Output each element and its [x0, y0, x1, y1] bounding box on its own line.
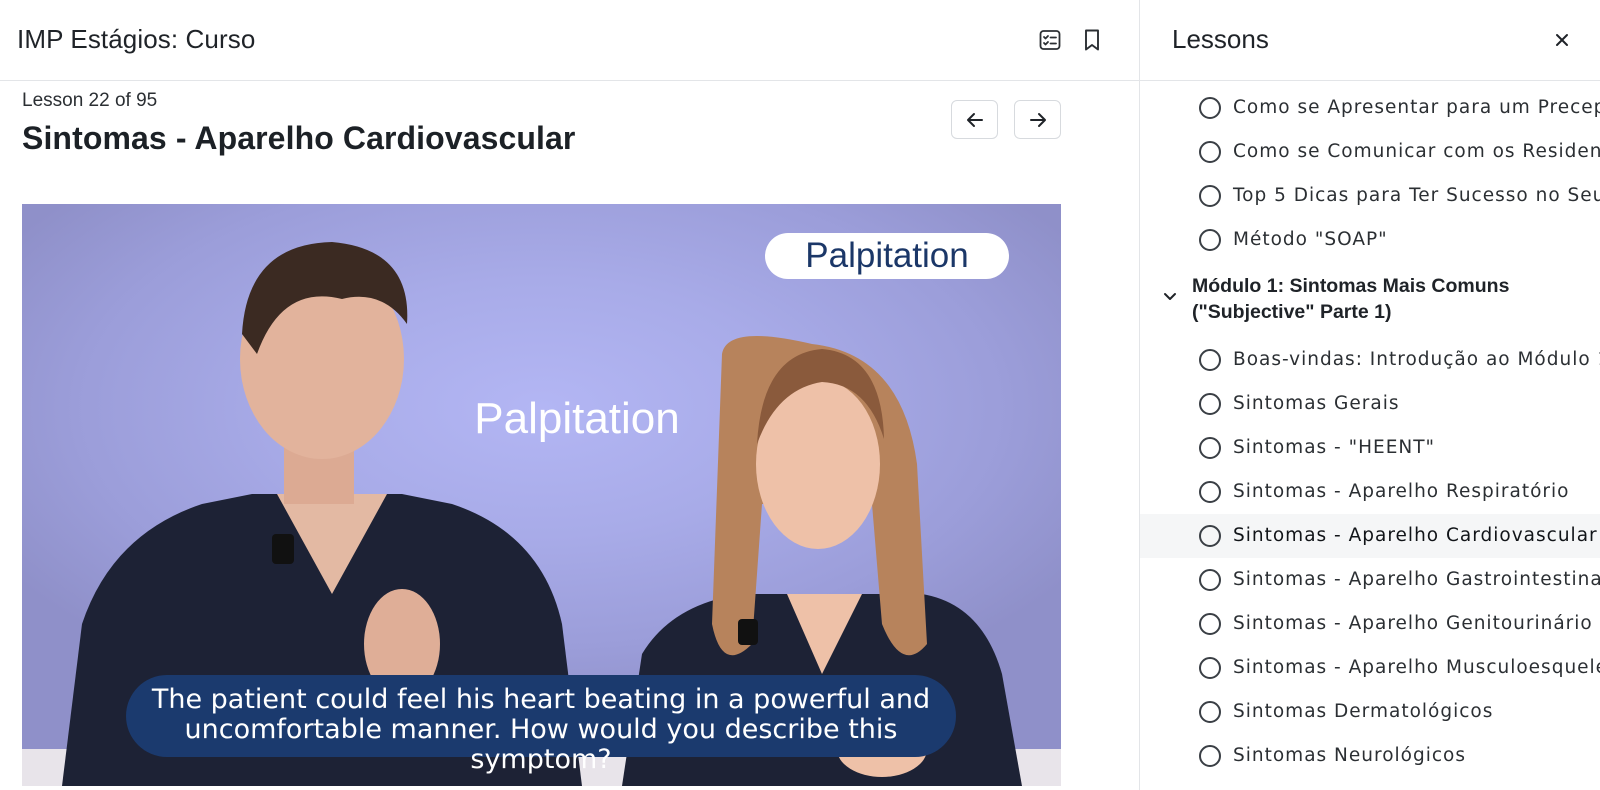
lesson-status-radio[interactable]	[1199, 141, 1221, 163]
lesson-status-radio[interactable]	[1199, 229, 1221, 251]
lesson-item[interactable]: Sintomas Dermatológicos	[1140, 690, 1600, 734]
lesson-status-radio[interactable]	[1199, 393, 1221, 415]
lesson-item[interactable]: Sintomas - Aparelho Genitourinário	[1140, 602, 1600, 646]
bookmark-icon[interactable]	[1077, 25, 1107, 55]
module-title: Módulo 1: Sintomas Mais Comuns ("Subject…	[1192, 273, 1572, 325]
lesson-item[interactable]: Boas-vindas: Introdução ao Módulo 1	[1140, 338, 1600, 382]
lesson-item[interactable]: Sintomas - Aparelho Respiratório	[1140, 470, 1600, 514]
lesson-status-radio[interactable]	[1199, 349, 1221, 371]
lesson-status-radio[interactable]	[1199, 525, 1221, 547]
checklist-icon[interactable]	[1035, 25, 1065, 55]
lesson-status-radio[interactable]	[1199, 97, 1221, 119]
module-title-line-2: ("Subjective" Parte 1)	[1192, 301, 1392, 323]
close-icon[interactable]	[1547, 25, 1577, 55]
module-title-line-1: Módulo 1: Sintomas Mais Comuns	[1192, 275, 1510, 297]
lesson-item[interactable]: Sintomas - Aparelho Gastrointestinal	[1140, 558, 1600, 602]
lesson-label: Sintomas Dermatológicos	[1233, 701, 1494, 722]
video-pill-label: Palpitation	[765, 233, 1009, 279]
lesson-item[interactable]: Como se Apresentar para um Preceptor	[1140, 86, 1600, 130]
subtitle-line-1: The patient could feel his heart beating…	[151, 684, 931, 715]
lesson-title: Sintomas - Aparelho Cardiovascular	[22, 120, 576, 156]
lesson-counter: Lesson 22 of 95	[22, 90, 158, 111]
lesson-status-radio[interactable]	[1199, 569, 1221, 591]
sidebar-header: Lessons	[1140, 0, 1600, 81]
lesson-label: Método "SOAP"	[1233, 229, 1388, 250]
lesson-item-active[interactable]: Sintomas - Aparelho Cardiovascular	[1140, 514, 1600, 558]
lessons-sidebar: Lessons Como se Apresentar para um Prece…	[1139, 0, 1600, 790]
chevron-down-icon	[1164, 293, 1176, 300]
lesson-label: Boas-vindas: Introdução ao Módulo 1	[1233, 349, 1600, 370]
lesson-label: Sintomas - Aparelho Respiratório	[1233, 481, 1570, 502]
next-lesson-button[interactable]	[1014, 100, 1061, 139]
lesson-label: Top 5 Dicas para Ter Sucesso no Seu Es	[1233, 185, 1600, 206]
lesson-label: Sintomas - Aparelho Cardiovascular	[1233, 525, 1598, 546]
lesson-status-radio[interactable]	[1199, 185, 1221, 207]
sidebar-title: Lessons	[1172, 24, 1269, 54]
lesson-label: Sintomas - "HEENT"	[1233, 437, 1436, 458]
video-player[interactable]: Palpitation Palpitation The patient coul…	[22, 204, 1061, 786]
course-title: IMP Estágios: Curso	[17, 24, 256, 54]
lesson-item[interactable]: Como se Comunicar com os Residentes	[1140, 130, 1600, 174]
lesson-status-radio[interactable]	[1199, 437, 1221, 459]
lesson-item[interactable]: Sintomas - "HEENT"	[1140, 426, 1600, 470]
lesson-label: Sintomas Neurológicos	[1233, 745, 1466, 766]
top-bar: IMP Estágios: Curso	[0, 0, 1139, 81]
lesson-status-radio[interactable]	[1199, 481, 1221, 503]
arrow-right-icon	[1029, 112, 1046, 127]
lesson-label: Sintomas - Aparelho Genitourinário	[1233, 613, 1593, 634]
lesson-item[interactable]: Sintomas - Aparelho Musculoesquelético	[1140, 646, 1600, 690]
video-subtitle: The patient could feel his heart beating…	[126, 675, 956, 775]
module-header[interactable]: Módulo 1: Sintomas Mais Comuns ("Subject…	[1140, 268, 1600, 330]
lesson-status-radio[interactable]	[1199, 701, 1221, 723]
video-center-label: Palpitation	[474, 394, 680, 443]
subtitle-line-2: uncomfortable manner. How would you desc…	[184, 714, 898, 775]
lesson-item[interactable]: Método "SOAP"	[1140, 218, 1600, 262]
lesson-label: Como se Comunicar com os Residentes	[1233, 141, 1600, 162]
lesson-status-radio[interactable]	[1199, 657, 1221, 679]
lesson-label: Sintomas - Aparelho Musculoesquelético	[1233, 657, 1600, 678]
lesson-label: Sintomas Gerais	[1233, 393, 1400, 414]
lesson-item[interactable]: Sintomas Gerais	[1140, 382, 1600, 426]
lesson-item[interactable]: Top 5 Dicas para Ter Sucesso no Seu Es	[1140, 174, 1600, 218]
lesson-status-radio[interactable]	[1199, 745, 1221, 767]
lesson-label: Sintomas - Aparelho Gastrointestinal	[1233, 569, 1600, 590]
previous-lesson-button[interactable]	[951, 100, 998, 139]
lesson-main: IMP Estágios: Curso Lesson 22 of 95 Sint…	[0, 0, 1139, 790]
lesson-status-radio[interactable]	[1199, 613, 1221, 635]
lesson-item[interactable]: Sintomas Neurológicos	[1140, 734, 1600, 778]
arrow-left-icon	[966, 112, 983, 127]
lesson-label: Como se Apresentar para um Preceptor	[1233, 97, 1600, 118]
